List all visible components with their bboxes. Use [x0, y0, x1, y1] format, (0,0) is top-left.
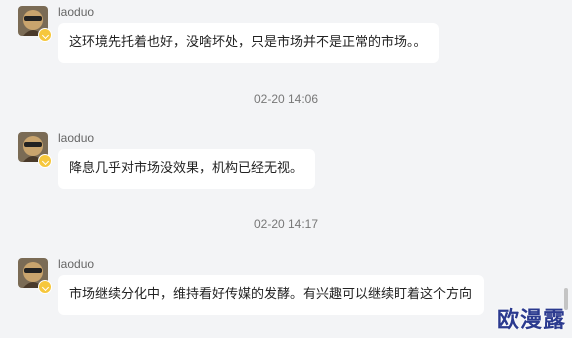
sender-name[interactable]: laoduo	[58, 131, 94, 145]
timestamp: 02-20 14:17	[253, 217, 319, 231]
verified-badge-icon	[38, 154, 52, 168]
verified-badge-icon	[38, 28, 52, 42]
sender-name[interactable]: laoduo	[58, 5, 94, 19]
sender-name[interactable]: laoduo	[58, 257, 94, 271]
message-bubble: 这环境先托着也好，没啥坏处，只是市场并不是正常的市场。。	[58, 23, 439, 63]
timestamp: 02-20 14:06	[253, 92, 319, 106]
message-bubble: 降息几乎对市场没效果，机构已经无视。	[58, 149, 316, 189]
watermark: 欧漫露	[496, 308, 566, 333]
message-bubble: 市场继续分化中，维持看好传媒的发酵。有兴趣可以继续盯着这个方向	[58, 275, 485, 315]
verified-badge-icon	[38, 280, 52, 294]
